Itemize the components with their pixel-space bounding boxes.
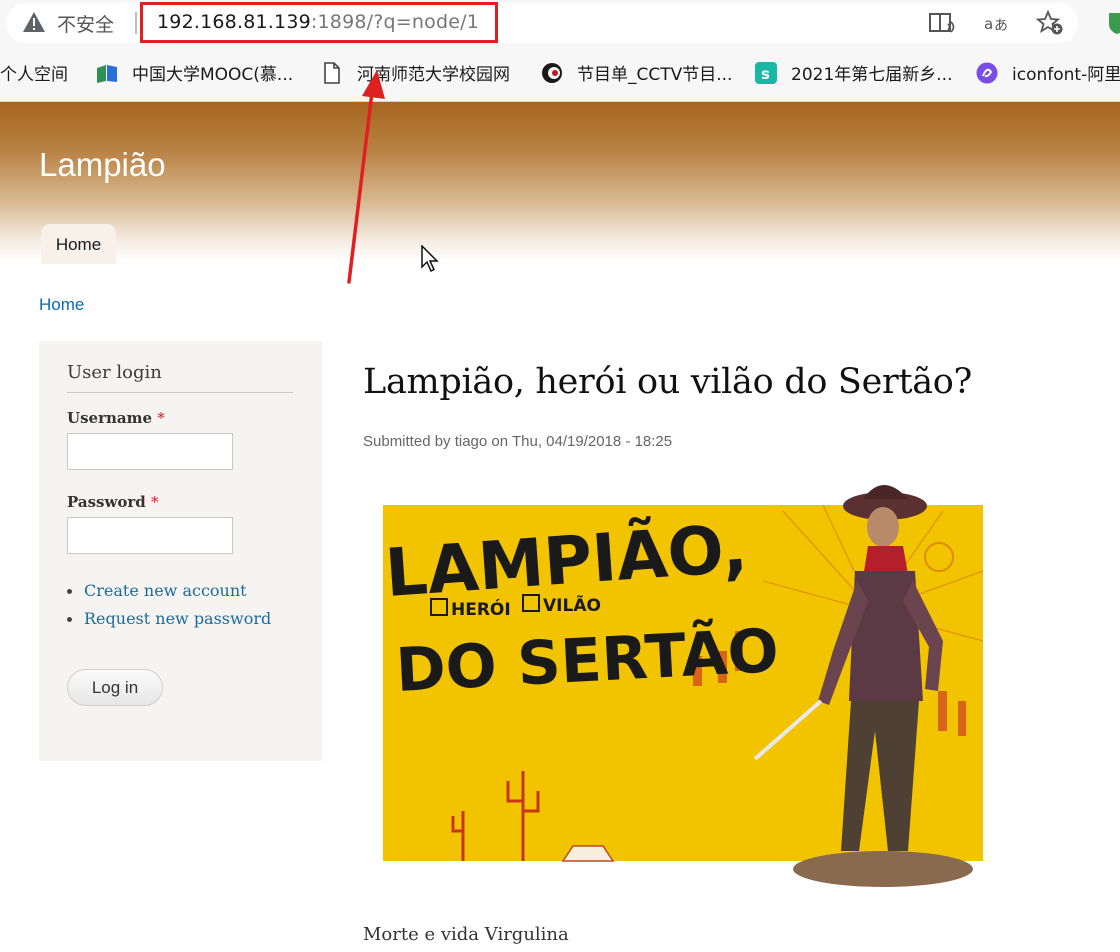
bookmarks-bar: 个人空间 中国大学MOOC(慕... 河南师范大学校园网 节目单_CCTV节目.… <box>0 56 1120 90</box>
poster-option-hero: HERÓI <box>451 598 511 620</box>
article-title[interactable]: Lampião, herói ou vilão do Sertão? <box>363 362 972 402</box>
article-body-first-line: Morte e vida Virgulina <box>363 924 569 945</box>
tab-home[interactable]: Home <box>41 224 116 264</box>
svg-text:a: a <box>984 15 993 33</box>
password-field[interactable] <box>67 517 233 554</box>
required-marker: * <box>151 493 159 511</box>
url-highlight-box <box>140 2 498 43</box>
svg-text:あ: あ <box>994 18 1008 34</box>
bookmark-personal-space[interactable]: 个人空间 <box>0 60 68 85</box>
article-image: LAMPIÃO, HERÓI VILÃO DO SERTÃO <box>363 461 1011 893</box>
username-field[interactable] <box>67 433 233 470</box>
list-bullet <box>67 589 72 594</box>
breadcrumb-home[interactable]: Home <box>39 295 84 315</box>
add-favorite-icon[interactable] <box>1036 10 1064 36</box>
create-account-link[interactable]: Create new account <box>84 581 247 600</box>
password-label: Password * <box>67 493 159 511</box>
page-icon <box>324 61 340 84</box>
bookmark-label: iconfont-阿里 <box>1012 65 1120 85</box>
poster-option-villain: VILÃO <box>543 593 601 616</box>
site-name[interactable]: Lampião <box>39 146 166 184</box>
login-divider <box>67 392 293 393</box>
mooc-logo-icon <box>97 64 117 83</box>
bookmark-label: 节目单_CCTV节目... <box>577 65 733 85</box>
shield-extension-icon[interactable] <box>1106 12 1120 34</box>
mouse-cursor-icon <box>421 245 439 273</box>
security-status-label[interactable]: 不安全 <box>57 10 114 37</box>
list-bullet <box>67 617 72 622</box>
bookmark-label: 2021年第七届新乡... <box>791 65 953 85</box>
login-button[interactable]: Log in <box>67 669 163 706</box>
bookmark-label: 中国大学MOOC(慕... <box>132 65 294 85</box>
bookmark-cctv[interactable]: 节目单_CCTV节目... <box>541 60 732 85</box>
browser-chrome: 不安全 192.168.81.139:1898/?q=node/1 a あ 个人… <box>0 0 1120 102</box>
svg-text:s: s <box>761 65 770 83</box>
bookmark-xinxiang[interactable]: s 2021年第七届新乡... <box>755 60 952 85</box>
login-title: User login <box>67 362 162 383</box>
bookmark-iconfont[interactable]: iconfont-阿里 <box>976 60 1120 85</box>
required-marker: * <box>157 409 165 427</box>
bookmark-mooc[interactable]: 中国大学MOOC(慕... <box>96 60 293 85</box>
read-aloud-icon[interactable] <box>928 10 956 36</box>
bookmark-henan-normal[interactable]: 河南师范大学校园网 <box>321 60 510 85</box>
request-password-link[interactable]: Request new password <box>84 609 271 628</box>
bookmark-label: 河南师范大学校园网 <box>357 65 510 85</box>
cctv-logo-icon <box>542 62 562 83</box>
s-logo-icon: s <box>755 61 777 84</box>
translate-icon[interactable]: a あ <box>982 10 1010 36</box>
user-login-block: User login Username * Password * Create … <box>39 341 322 761</box>
username-label: Username * <box>67 409 165 427</box>
site-header: Lampião Home <box>0 102 1120 273</box>
address-separator <box>135 12 137 34</box>
username-label-text: Username <box>67 409 153 427</box>
submitted-info: Submitted by tiago on Thu, 04/19/2018 - … <box>363 433 673 450</box>
password-label-text: Password <box>67 493 146 511</box>
bookmark-label: 个人空间 <box>0 65 68 85</box>
warning-icon[interactable] <box>22 11 46 33</box>
iconfont-logo-icon <box>976 62 998 83</box>
